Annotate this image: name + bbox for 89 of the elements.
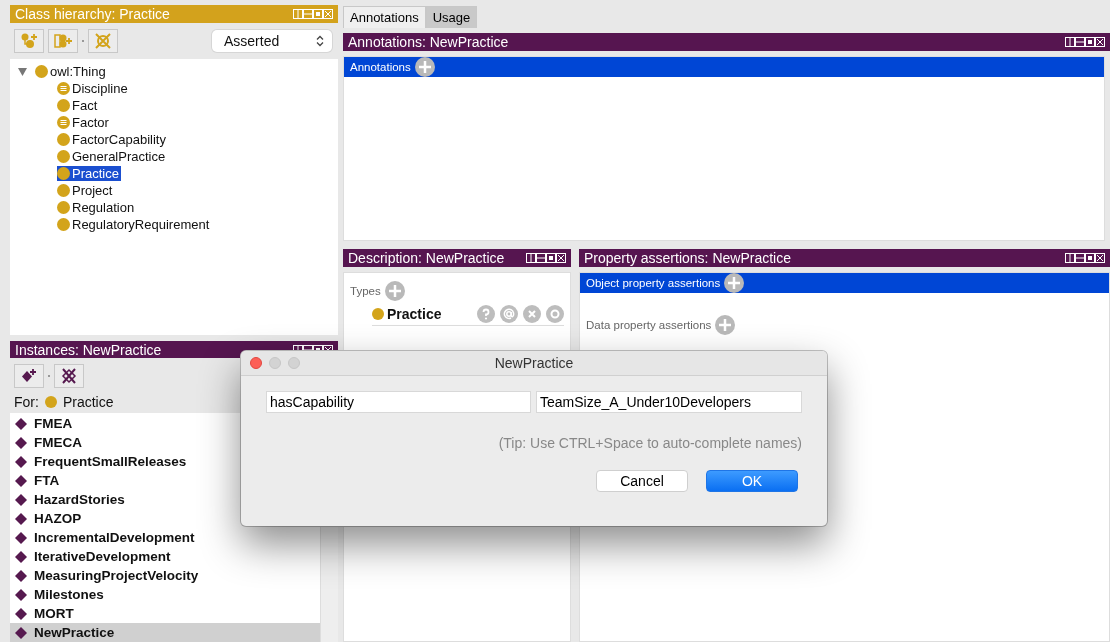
individual-icon [15,550,27,563]
crossed-diamond-icon [60,368,78,384]
add-individual-button[interactable] [14,364,44,388]
class-icon [35,65,48,78]
type-item: Practice [387,306,442,322]
individual-icon [15,417,27,430]
annotate-icon[interactable] [500,305,518,323]
tree-item[interactable]: owl:Thing [35,64,108,79]
panel-title: Annotations: NewPractice [348,34,509,50]
individual-item[interactable]: FrequentSmallReleases [10,452,320,471]
tree-item[interactable]: GeneralPractice [57,149,168,164]
section-title: Annotations [350,61,411,73]
panel-title: Class hierarchy: Practice [15,6,170,22]
panel-title: Description: NewPractice [348,250,505,266]
class-icon [57,184,70,197]
help-icon[interactable] [477,305,495,323]
individual-icon [15,626,27,639]
individual-item[interactable]: MORT [10,604,320,623]
individual-item[interactable]: HazardStories [10,490,320,509]
cancel-button[interactable]: Cancel [596,470,688,492]
individual-item[interactable]: HAZOP [10,509,320,528]
tip-text: (Tip: Use CTRL+Space to auto-complete names) [498,435,802,451]
individual-item[interactable]: Milestones [10,585,320,604]
crossed-class-icon [94,33,112,49]
value-field[interactable]: TeamSize_A_Under10Developers [536,391,802,413]
individual-icon [15,455,27,468]
panel-title: Instances: NewPractice [15,341,162,358]
tree-item[interactable]: Regulation [57,200,137,215]
tab[interactable]: Usage [425,6,478,28]
dialog-title: NewPractice [494,355,574,371]
view-controls-icon[interactable] [1065,37,1105,47]
individual-item[interactable]: IterativeDevelopment [10,547,320,566]
class-icon [44,396,57,408]
for-label: For: [14,394,39,410]
minimize-window-button[interactable] [269,357,281,369]
class-icon [57,150,70,163]
class-icon [57,167,70,180]
tree-item[interactable]: RegulatoryRequirement [57,217,212,232]
view-controls-icon[interactable] [526,253,566,263]
view-controls-icon[interactable] [1065,253,1105,263]
chevron-icon [316,35,324,47]
view-mode-select[interactable]: Asserted [212,30,332,52]
individual-item[interactable]: FMEA [10,414,320,433]
section-title: Types [350,285,381,297]
class-icon [57,99,70,112]
add-diamond-icon [20,368,38,384]
individual-item[interactable]: MeasuringProjectVelocity [10,566,320,585]
delete-individual-button[interactable] [54,364,84,388]
individual-icon [15,493,27,506]
individual-item[interactable]: IncrementalDevelopment [10,528,320,547]
add-subclass-button[interactable] [14,29,44,53]
individual-item[interactable]: NewPractice [10,623,320,642]
tree-item[interactable]: Discipline [57,81,130,96]
tree-item[interactable]: FactorCapability [57,132,168,147]
individual-icon [15,607,27,620]
individual-icon [15,436,27,449]
individual-icon [15,474,27,487]
individual-icon [15,588,27,601]
individual-icon [15,531,27,544]
add-subclass-icon [20,33,38,49]
tab[interactable]: Annotations [343,6,426,28]
class-icon [57,133,70,146]
individual-item[interactable]: FMECA [10,433,320,452]
tree-item[interactable]: Practice [57,166,121,181]
add-sibling-button[interactable] [48,29,78,53]
add-icon[interactable] [724,273,745,293]
property-field[interactable]: hasCapability [266,391,531,413]
expand-triangle-icon[interactable] [18,67,27,76]
ok-button[interactable]: OK [706,470,798,492]
delete-icon[interactable] [523,305,541,323]
add-sibling-icon [54,33,72,49]
tree-item[interactable]: Project [57,183,115,198]
tree-item[interactable]: Fact [57,98,100,113]
tree-item[interactable]: Factor [57,115,111,130]
add-icon[interactable] [414,57,435,77]
section-title: Object property assertions [586,277,721,289]
section-title: Data property assertions [586,319,712,331]
zoom-window-button[interactable] [288,357,300,369]
panel-title: Property assertions: NewPractice [584,250,791,266]
for-class: Practice [62,394,114,410]
individual-item[interactable]: FTA [10,471,320,490]
edit-icon[interactable] [546,305,564,323]
delete-class-button[interactable] [88,29,118,53]
class-icon [57,218,70,231]
close-window-button[interactable] [250,357,262,369]
individual-icon [15,569,27,582]
individual-icon [15,512,27,525]
class-icon [372,308,384,320]
class-icon [57,201,70,214]
